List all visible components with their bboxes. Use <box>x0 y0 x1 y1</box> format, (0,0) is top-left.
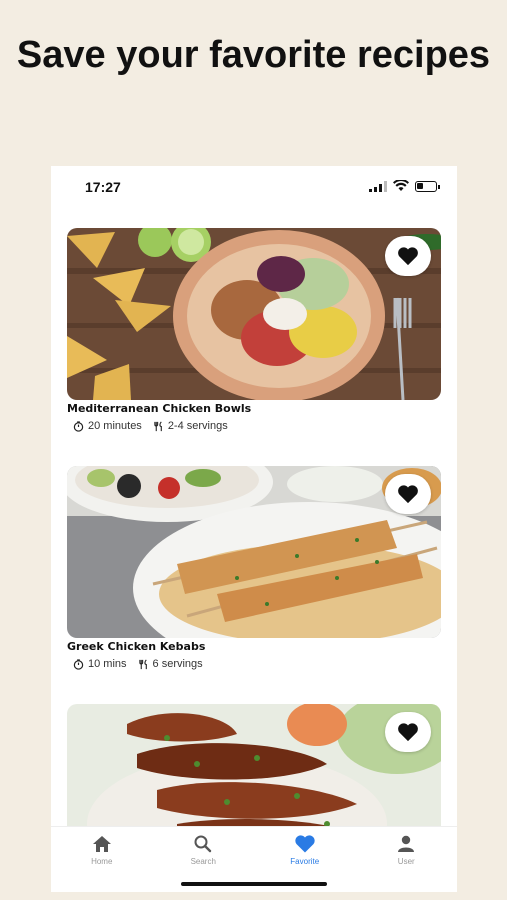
heart-icon <box>398 485 418 504</box>
phone-screen: 17:27 Mediterranean Chicken Bowls 20 min… <box>51 166 457 892</box>
page-headline: Save your favorite recipes <box>16 34 491 76</box>
recipe-meta: 10 mins 6 servings <box>67 658 441 670</box>
favorite-button[interactable] <box>385 712 431 752</box>
recipe-title[interactable]: Greek Chicken Kebabs <box>67 640 441 653</box>
utensils-icon <box>154 421 162 431</box>
recipe-servings: 2-4 servings <box>167 420 228 432</box>
timer-icon <box>73 658 84 670</box>
search-icon <box>194 835 212 853</box>
signal-icon <box>369 180 387 192</box>
utensils-icon <box>138 659 147 669</box>
heart-icon <box>398 723 418 742</box>
favorite-button[interactable] <box>385 474 431 514</box>
tab-user[interactable]: User <box>356 827 458 892</box>
status-bar: 17:27 <box>51 166 457 210</box>
status-icons <box>369 180 440 192</box>
home-icon <box>92 836 111 852</box>
tab-label: Favorite <box>290 857 320 866</box>
recipe-image[interactable] <box>67 228 441 400</box>
timer-icon <box>73 420 84 432</box>
user-icon <box>398 835 415 852</box>
heart-icon <box>295 835 315 853</box>
favorite-button[interactable] <box>385 236 431 276</box>
recipe-time: 20 minutes <box>88 420 142 432</box>
recipe-title[interactable]: Mediterranean Chicken Bowls <box>67 402 441 415</box>
recipe-card[interactable]: Mediterranean Chicken Bowls 20 minutes 2… <box>67 228 441 432</box>
tab-label: Search <box>190 857 216 866</box>
recipe-servings: 6 servings <box>152 658 203 670</box>
recipe-image[interactable] <box>67 466 441 638</box>
status-time: 17:27 <box>85 179 121 195</box>
wifi-icon <box>393 180 409 191</box>
battery-icon <box>415 180 440 192</box>
tab-label: Home <box>91 857 113 866</box>
tab-label: User <box>397 857 415 866</box>
home-indicator <box>181 882 327 886</box>
heart-icon <box>398 247 418 266</box>
tab-home[interactable]: Home <box>51 827 153 892</box>
recipe-time: 10 mins <box>88 658 127 670</box>
recipe-card[interactable]: Greek Chicken Kebabs 10 mins 6 servings <box>67 466 441 670</box>
recipe-meta: 20 minutes 2-4 servings <box>67 420 441 432</box>
